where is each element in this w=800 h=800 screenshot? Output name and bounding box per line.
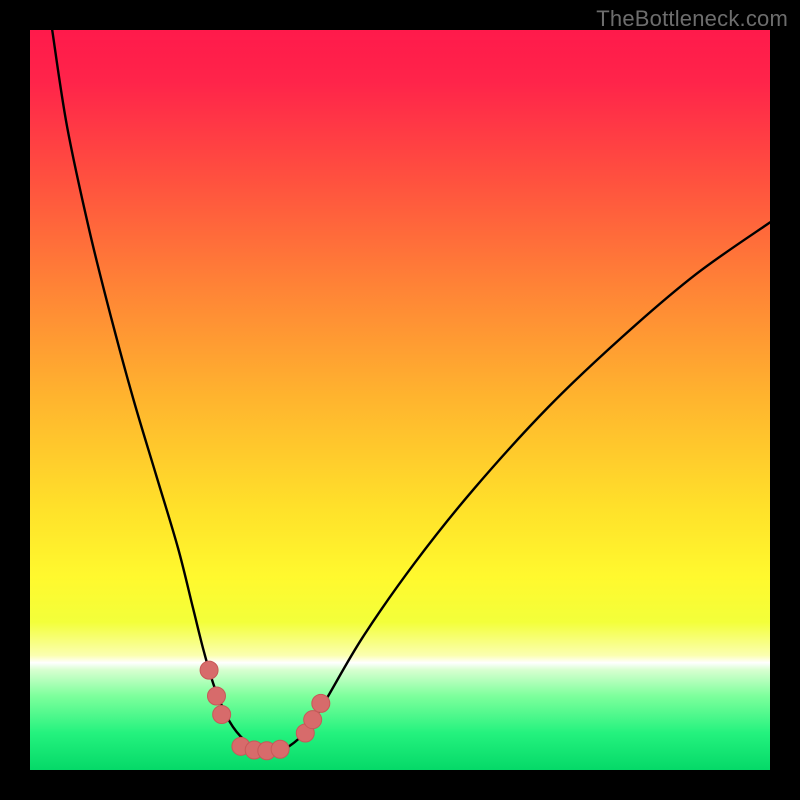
data-marker (271, 740, 289, 758)
watermark-text: TheBottleneck.com (596, 6, 788, 32)
data-marker (200, 661, 218, 679)
data-marker (304, 711, 322, 729)
chart-frame: TheBottleneck.com (0, 0, 800, 800)
data-marker (312, 694, 330, 712)
data-marker (213, 706, 231, 724)
bottleneck-curve (30, 30, 770, 770)
data-marker (207, 687, 225, 705)
plot-area (30, 30, 770, 770)
